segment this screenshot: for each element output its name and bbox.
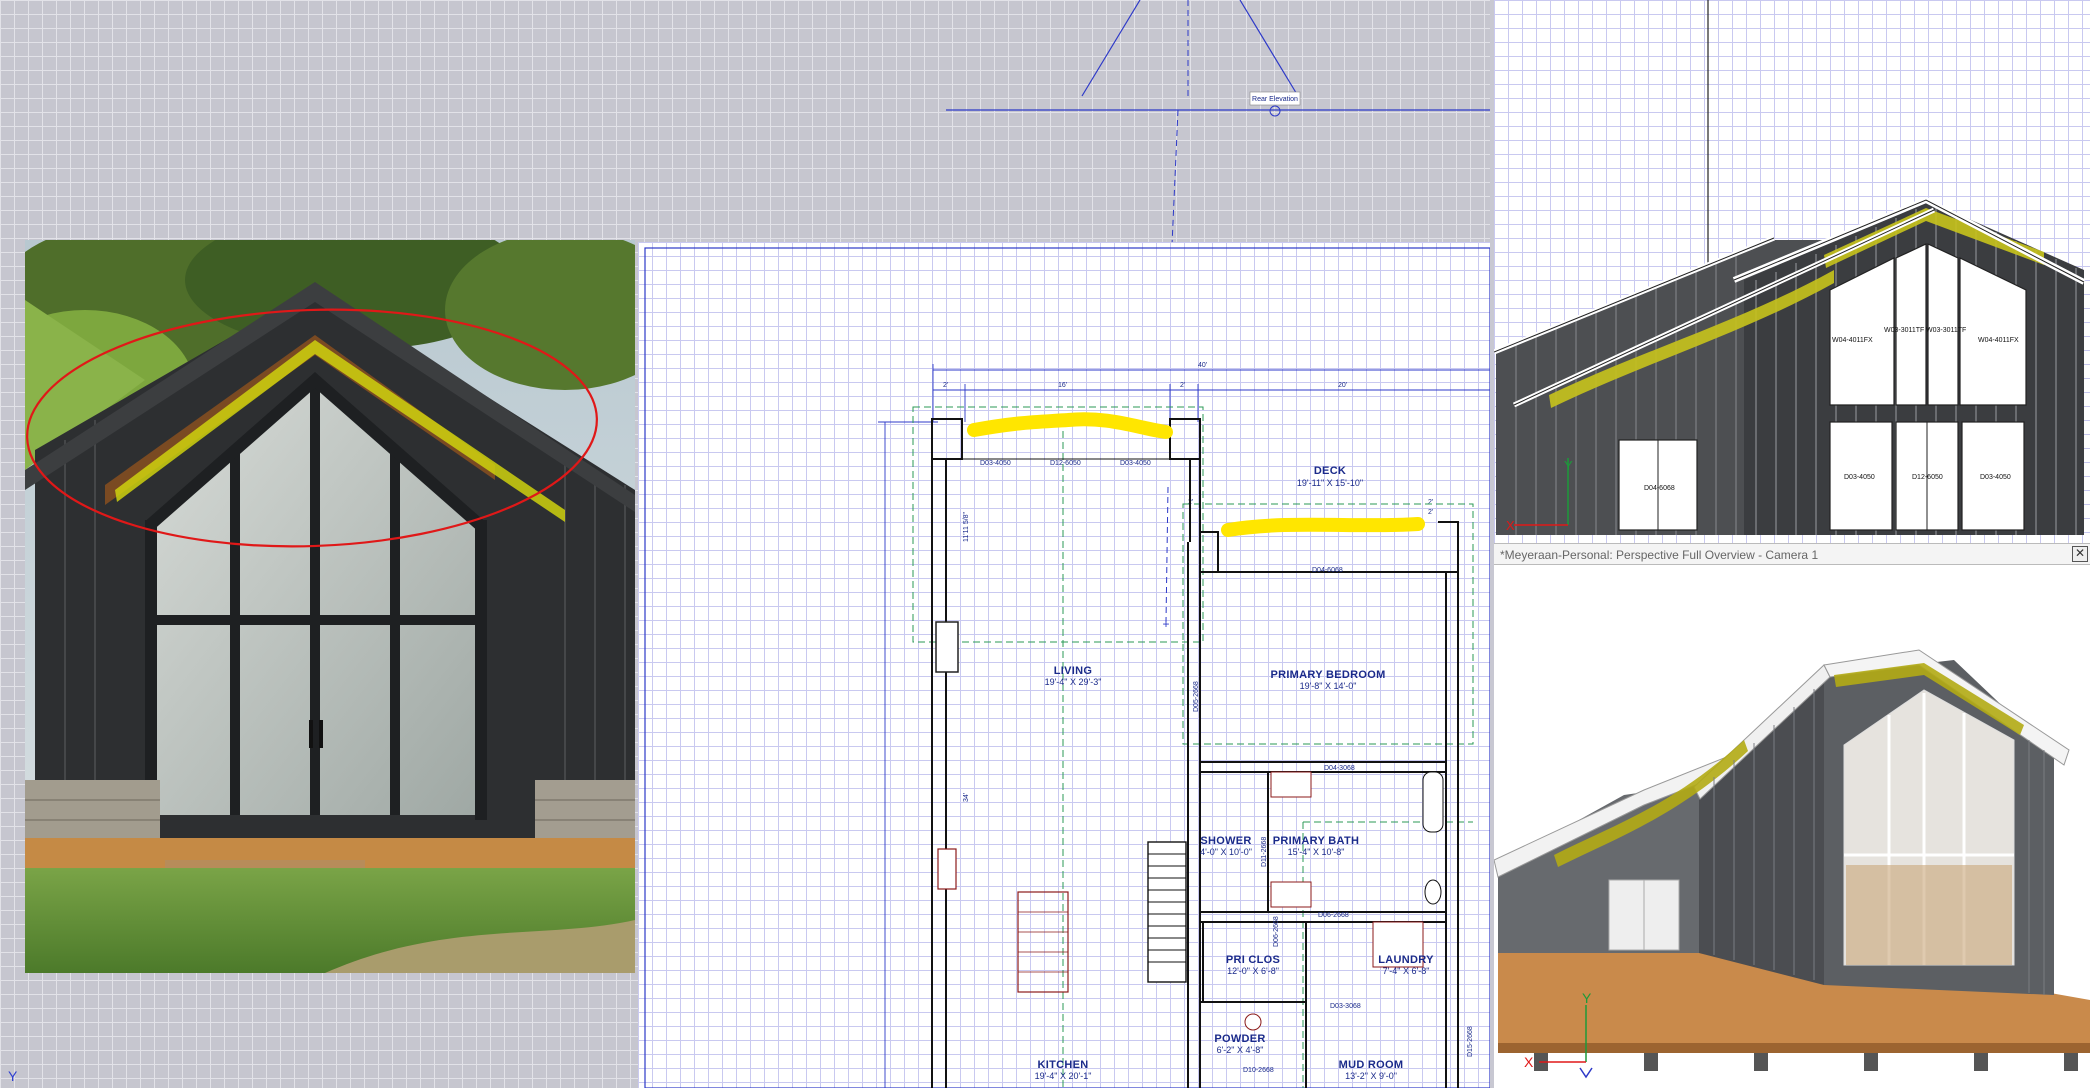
door-tag-e2: D12-6050 [1912, 474, 1943, 481]
door-tag-12: D15-2668 [1467, 1026, 1474, 1057]
dim-g: 2' [1428, 499, 1433, 506]
door-tag-11: D06-2668 [1273, 916, 1280, 947]
window-tag-2: W03-3011TF [1884, 327, 1924, 334]
door-tag-2: D12-6050 [1050, 460, 1081, 467]
room-kitchen-dim: 19'-4" X 20'-1" [1035, 1071, 1092, 1081]
camera-3d-view[interactable]: Y X [1494, 565, 2090, 1088]
workspace-overlay: Rear Elevation [946, 0, 1490, 245]
door-tag-8: D10-2668 [1243, 1067, 1274, 1074]
room-primary-bath: PRIMARY BATH [1273, 835, 1360, 847]
door-tag-e1: D03-4050 [1844, 474, 1875, 481]
window-tag-3: W03-3011TF [1926, 327, 1966, 334]
room-shower-dim: 4'-0" X 10'-0" [1200, 847, 1252, 857]
svg-text:+: + [1162, 617, 1169, 631]
door-tag-9: D05-2668 [1193, 681, 1200, 712]
door-tag-e3: D03-4050 [1980, 474, 2011, 481]
room-deck-dim: 19'-11" X 15'-10" [1297, 478, 1363, 488]
dim-e: 2' [1428, 509, 1433, 516]
room-laundry-dim: 7'-4" X 6'-8" [1383, 966, 1430, 976]
close-icon[interactable]: ✕ [2072, 546, 2088, 562]
window-tag-1: W04-4011FX [1832, 337, 1873, 344]
door-tag-6: D06-2668 [1318, 912, 1349, 919]
door-tag-7: D03-3068 [1330, 1003, 1361, 1010]
room-primary-bedroom: PRIMARY BEDROOM [1270, 669, 1385, 681]
room-primary-bath-dim: 15'-4" X 10'-8" [1288, 847, 1345, 857]
dim-h: 11'11 5/8" [963, 511, 970, 542]
camera-view-title: *Meyeraan-Personal: Perspective Full Ove… [1500, 548, 1819, 562]
room-pri-clos: PRI CLOS [1226, 954, 1280, 966]
room-powder: POWDER [1214, 1033, 1265, 1045]
door-tag-1: D03-4050 [980, 460, 1011, 467]
elevation-axis-x: X [1506, 518, 1515, 533]
room-laundry: LAUNDRY [1378, 954, 1434, 966]
camera-axis-x: X [1524, 1054, 1534, 1070]
dim-a: 2' [943, 382, 948, 389]
door-tag-5: D04-3068 [1324, 765, 1355, 772]
dim-overall: 40' [1198, 362, 1207, 369]
room-shower: SHOWER [1200, 835, 1251, 847]
room-living: LIVING [1054, 665, 1092, 677]
room-powder-dim: 6'-2" X 4'-8" [1217, 1045, 1264, 1055]
elevation-axis-y: Y [1564, 458, 1573, 473]
reference-photo[interactable] [25, 240, 635, 973]
room-mud-room-dim: 13'-2" X 9'-0" [1345, 1071, 1397, 1081]
room-living-dim: 19'-4" X 29'-3" [1045, 677, 1102, 687]
dim-left: 34' [963, 793, 970, 802]
door-tag-4: D04-6068 [1312, 567, 1343, 574]
room-kitchen: KITCHEN [1038, 1059, 1089, 1071]
workspace-axis-y: Y [8, 1068, 18, 1084]
door-tag-10: D11-2668 [1261, 837, 1268, 867]
elevation-marker-label: Rear Elevation [1252, 96, 1298, 103]
window-tag-4: W04-4011FX [1978, 337, 2019, 344]
room-primary-bedroom-dim: 19'-8" X 14'-0" [1300, 681, 1357, 691]
door-tag-left: D04-6068 [1644, 485, 1675, 492]
elevation-drawing: W04-4011FX W03-3011TF W03-3011TF W04-401… [1494, 0, 2086, 535]
floor-plan-drawing: 40' 2' 16' 2' 20' 2' 2' 2' 34' 11'11 5/8… [644, 247, 1490, 1088]
door-tag-3: D03-4050 [1120, 460, 1151, 467]
room-mud-room: MUD ROOM [1339, 1059, 1404, 1071]
camera-axis-y: Y [1582, 990, 1592, 1006]
dim-d: 20' [1338, 382, 1347, 389]
room-pri-clos-dim: 12'-0" X 6'-8" [1227, 966, 1279, 976]
room-deck: DECK [1314, 465, 1346, 477]
dim-c: 2' [1180, 382, 1185, 389]
dim-b: 16' [1058, 382, 1067, 389]
